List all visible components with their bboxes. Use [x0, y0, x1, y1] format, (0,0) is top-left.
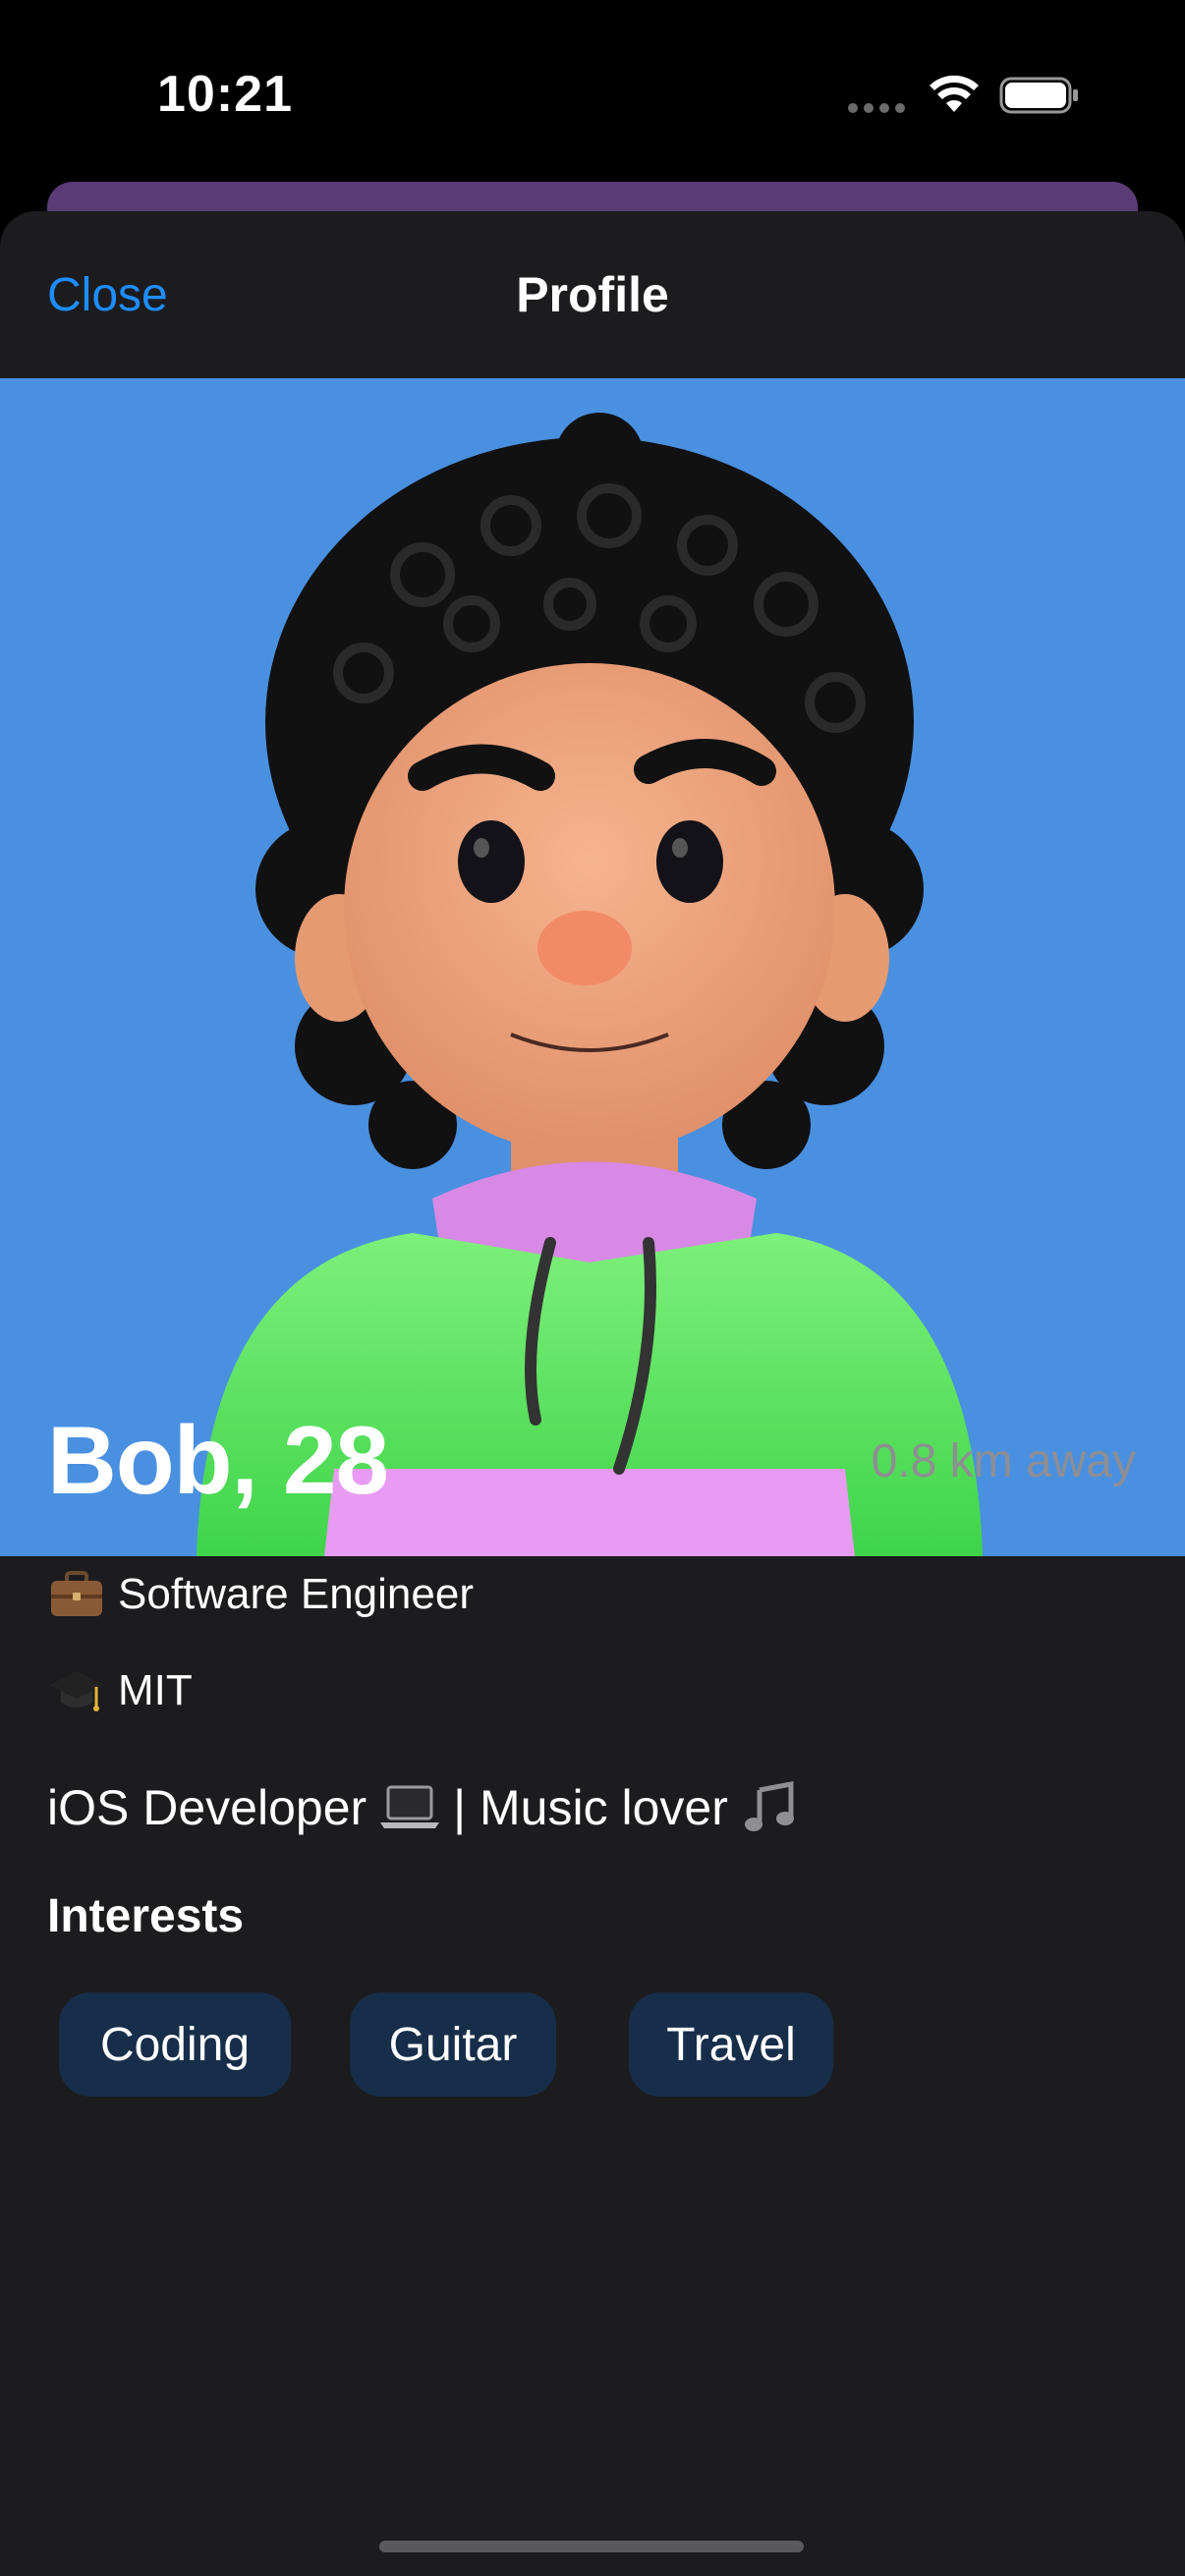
bio-part-1: iOS Developer	[47, 1780, 367, 1835]
profile-name-age: Bob, 28	[47, 1406, 389, 1514]
cellular-dots-icon	[848, 103, 905, 113]
interest-chip[interactable]: Coding	[59, 1992, 291, 2097]
interests-heading: Interests	[47, 1890, 245, 1942]
interest-chip[interactable]: Travel	[629, 1992, 833, 2097]
interest-chip[interactable]: Guitar	[350, 1992, 556, 2097]
navigation-bar: Close Profile	[0, 211, 1185, 378]
home-indicator[interactable]	[379, 2541, 804, 2552]
profile-bio: iOS Developer | Music lover	[47, 1778, 811, 1837]
bio-part-2: | Music lover	[453, 1780, 728, 1835]
laptop-icon	[380, 1785, 440, 1828]
graduation-cap-icon	[49, 1671, 104, 1711]
school-row: MIT	[47, 1663, 193, 1718]
briefcase-icon	[51, 1571, 102, 1616]
school-name: MIT	[118, 1666, 193, 1714]
music-notes-icon	[744, 1780, 794, 1831]
profile-sheet: Close Profile Bob, 28 0.8 km away Softwa…	[0, 211, 1185, 2576]
profile-photo	[0, 378, 1185, 1556]
job-row: Software Engineer	[47, 1567, 474, 1622]
wifi-icon	[930, 75, 979, 112]
job-title: Software Engineer	[118, 1570, 474, 1618]
avatar-illustration	[197, 413, 983, 1556]
status-bar: 10:21	[0, 0, 1185, 187]
distance-label: 0.8 km away	[871, 1435, 1136, 1487]
page-title: Profile	[516, 267, 669, 322]
battery-icon	[999, 77, 1078, 114]
status-time: 10:21	[157, 66, 293, 123]
